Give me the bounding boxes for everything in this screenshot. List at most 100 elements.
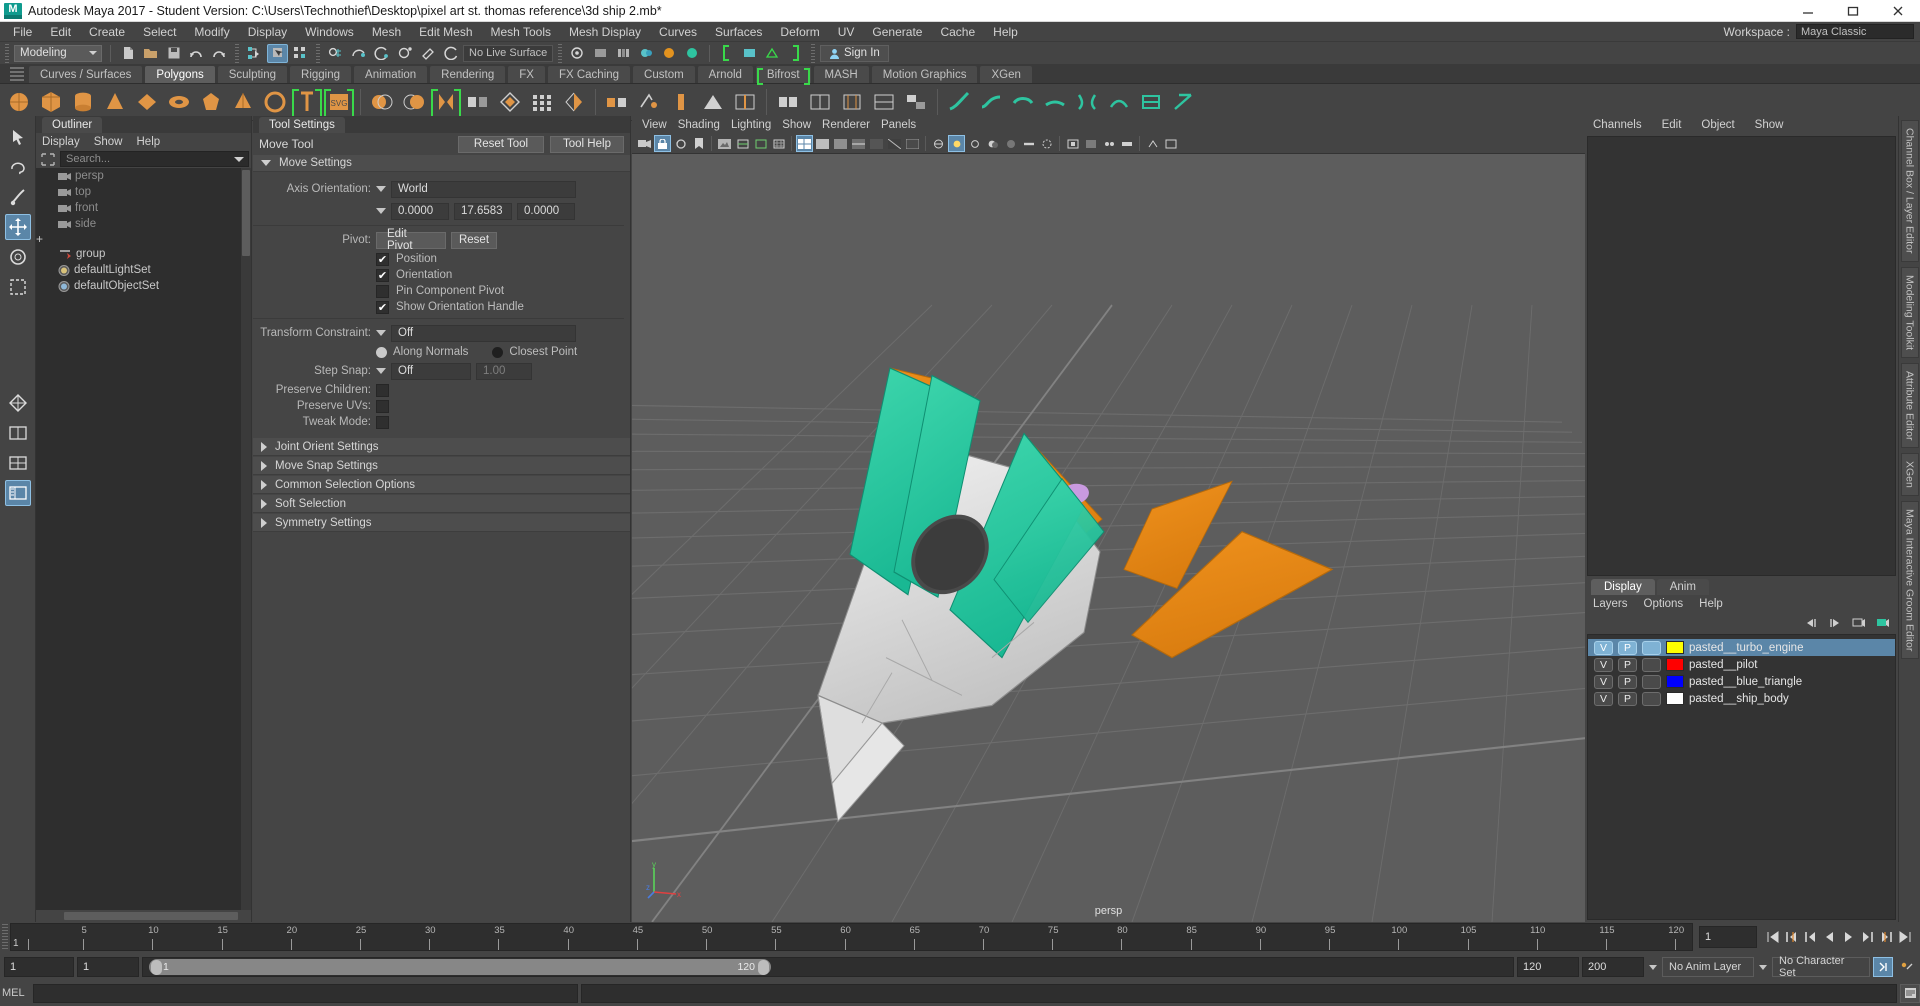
move-tool-icon[interactable] <box>4 214 31 240</box>
render-settings-icon[interactable] <box>613 44 634 63</box>
play-backwards-icon[interactable] <box>1820 927 1838 947</box>
combine-icon[interactable] <box>431 87 461 120</box>
tab-display-layers[interactable]: Display <box>1591 579 1655 595</box>
step-back-frame-icon[interactable] <box>1801 927 1819 947</box>
motion-blur-icon[interactable] <box>1020 135 1037 152</box>
tab-outliner[interactable]: Outliner <box>42 117 103 133</box>
closest-point-radio[interactable] <box>492 346 504 358</box>
menu-mesh-tools[interactable]: Mesh Tools <box>482 22 560 42</box>
make-live-icon[interactable] <box>440 44 461 63</box>
toggle-xray-icon[interactable] <box>739 44 760 63</box>
menuset-dropdown[interactable]: Modeling <box>14 44 102 62</box>
outliner-item-front[interactable]: front <box>36 200 251 216</box>
step-forward-frame-icon[interactable] <box>1858 927 1876 947</box>
object-menu[interactable]: Object <box>1701 119 1754 131</box>
bridge-icon[interactable] <box>666 87 696 118</box>
outliner-item-defaultLightSet[interactable]: defaultLightSet <box>36 262 251 278</box>
move-layer-down-icon[interactable] <box>1827 616 1842 630</box>
layer-playback-toggle[interactable]: P <box>1618 640 1637 655</box>
range-slider-fill[interactable]: 1 120 <box>149 959 771 975</box>
mel-result-output[interactable] <box>581 983 1897 1003</box>
axis-z-field[interactable]: 0.0000 <box>517 202 575 220</box>
layer-display-type-toggle[interactable] <box>1642 674 1661 689</box>
smooth-shade-selected-icon[interactable] <box>832 135 849 152</box>
shelf-tab-mash[interactable]: MASH <box>812 65 870 83</box>
joint-orient-settings-header[interactable]: Joint Orient Settings <box>253 438 630 456</box>
lock-camera-icon[interactable] <box>654 135 671 152</box>
script-editor-icon[interactable] <box>1900 983 1920 1003</box>
viewport-menu-panels[interactable]: Panels <box>881 119 927 131</box>
menu-edit[interactable]: Edit <box>41 22 80 42</box>
smooth-target-icon[interactable] <box>976 87 1006 118</box>
outliner-item-defaultObjectSet[interactable]: defaultObjectSet <box>36 278 251 294</box>
polygon-cylinder-icon[interactable] <box>68 87 98 118</box>
relax-tool-icon[interactable] <box>1008 87 1038 118</box>
polygon-cube-icon[interactable] <box>36 87 66 118</box>
snap-to-point-icon[interactable] <box>371 44 392 63</box>
outliner-horizontal-scrollbar[interactable] <box>36 910 251 922</box>
rtab-attribute-editor[interactable]: Attribute Editor <box>1900 362 1919 449</box>
screen-space-ao-icon[interactable] <box>1002 135 1019 152</box>
pivot-position-row[interactable]: ✔ Position <box>253 251 624 267</box>
shelf-tab-fx-caching[interactable]: FX Caching <box>546 65 632 83</box>
layer-display-type-toggle[interactable] <box>1642 640 1661 655</box>
separate-icon[interactable] <box>463 87 493 118</box>
outliner-layout-icon[interactable] <box>4 480 31 506</box>
new-layer-icon[interactable] <box>1851 616 1866 630</box>
layers-menu-options[interactable]: Options <box>1644 598 1700 610</box>
shelf-tab-xgen[interactable]: XGen <box>979 65 1033 83</box>
layers-menu-layers[interactable]: Layers <box>1593 598 1644 610</box>
single-perspective-layout-icon[interactable] <box>5 420 31 446</box>
last-tool-icon[interactable] <box>5 390 31 416</box>
new-layer-from-selection-icon[interactable] <box>1875 616 1890 630</box>
axis-y-field[interactable]: 17.6583 <box>454 202 512 220</box>
viewport-menu-view[interactable]: View <box>642 119 678 131</box>
wedge-icon[interactable] <box>698 87 728 118</box>
toggle-wireframe-icon[interactable] <box>762 44 783 63</box>
outliner-menu-display[interactable]: Display <box>42 136 88 148</box>
layer-visibility-toggle[interactable]: V <box>1594 640 1613 655</box>
polygon-pipe-icon[interactable] <box>260 87 290 118</box>
polygon-prism-icon[interactable] <box>196 87 226 118</box>
save-scene-icon[interactable] <box>163 44 184 63</box>
select-tool-icon[interactable] <box>5 124 31 150</box>
xray-toggle-icon[interactable] <box>1082 135 1099 152</box>
shelf-tab-rendering[interactable]: Rendering <box>429 65 507 83</box>
grab-tool-icon[interactable] <box>1040 87 1070 118</box>
show-orientation-handle-row[interactable]: ✔ Show Orientation Handle <box>253 299 624 315</box>
shelf-tab-rigging[interactable]: Rigging <box>289 65 353 83</box>
lasso-tool-icon[interactable] <box>5 154 31 180</box>
shelf-tab-sculpting[interactable]: Sculpting <box>216 65 289 83</box>
tool-help-button[interactable]: Tool Help <box>550 135 624 153</box>
shelf-tab-custom[interactable]: Custom <box>632 65 696 83</box>
undo-icon[interactable] <box>186 44 207 63</box>
film-gate-icon[interactable] <box>752 135 769 152</box>
scale-tool-icon[interactable] <box>5 274 31 300</box>
chevron-down-icon[interactable] <box>1759 964 1767 970</box>
search-icon[interactable] <box>40 152 56 166</box>
layer-display-type-toggle[interactable] <box>1642 657 1661 672</box>
tweak-mode-checkbox[interactable] <box>376 415 389 429</box>
chevron-down-icon[interactable] <box>376 368 386 374</box>
symmetry-settings-header[interactable]: Symmetry Settings <box>253 514 630 532</box>
boolean-difference-icon[interactable] <box>399 87 429 118</box>
menu-deform[interactable]: Deform <box>771 22 828 42</box>
anim-layer-dropdown[interactable]: No Anim Layer <box>1662 957 1754 977</box>
viewport-menu-renderer[interactable]: Renderer <box>822 119 881 131</box>
multisample-aa-icon[interactable] <box>1038 135 1055 152</box>
shelf-tab-curves-surfaces[interactable]: Curves / Surfaces <box>28 65 144 83</box>
layer-color-swatch[interactable] <box>1666 641 1684 654</box>
playback-start-time-field[interactable]: 1 <box>77 957 139 977</box>
tab-tool-settings[interactable]: Tool Settings <box>259 117 345 133</box>
snap-to-grid-icon[interactable] <box>325 44 346 63</box>
sign-in-button[interactable]: Sign In <box>820 44 889 62</box>
chevron-down-icon[interactable] <box>1649 964 1657 970</box>
range-end-handle[interactable] <box>758 959 769 975</box>
soft-selection-header[interactable]: Soft Selection <box>253 495 630 513</box>
select-by-hierarchy-icon[interactable] <box>244 44 265 63</box>
workspace-dropdown[interactable]: Maya Classic <box>1796 24 1914 39</box>
go-to-start-icon[interactable] <box>1763 927 1781 947</box>
rtab-modeling-toolkit[interactable]: Modeling Toolkit <box>1900 266 1919 358</box>
layer-row[interactable]: V P pasted__blue_triangle <box>1588 673 1895 690</box>
layer-color-swatch[interactable] <box>1666 658 1684 671</box>
